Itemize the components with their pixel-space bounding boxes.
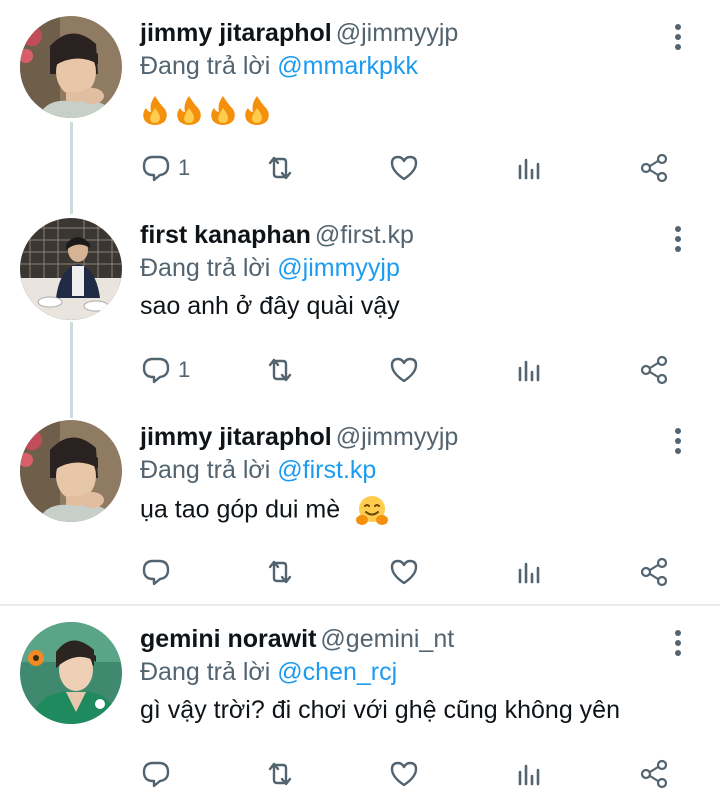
more-vertical-icon[interactable] (670, 224, 686, 254)
analytics-button[interactable] (514, 350, 546, 390)
reply-prefix: Đang trả lời (140, 658, 271, 686)
replying-to: Đang trả lời @chen_rcj (140, 658, 397, 687)
display-name[interactable]: jimmy jitaraphol (140, 423, 332, 451)
reply-button[interactable] (140, 552, 178, 592)
analytics-icon (518, 360, 540, 382)
tweet-actions: 1 (140, 148, 700, 188)
share-icon (640, 557, 668, 587)
avatar[interactable] (20, 16, 122, 118)
share-button[interactable] (638, 148, 670, 188)
more-vertical-icon[interactable] (670, 22, 686, 52)
retweet-button[interactable] (264, 552, 296, 592)
share-button[interactable] (638, 350, 670, 390)
jimmy-avatar-image (20, 420, 122, 522)
tweet-text-content: ụa tao góp dui mè (140, 495, 341, 524)
reply-to-link[interactable]: @jimmyyjp (277, 254, 400, 282)
reply-to-link[interactable]: @chen_rcj (277, 658, 397, 686)
share-icon (640, 759, 668, 789)
tweet-header: jimmy jitaraphol @jimmyyjp (140, 16, 458, 50)
tweet[interactable]: first kanaphan @first.kp Đang trả lời @ji… (0, 218, 720, 404)
analytics-icon (518, 562, 540, 584)
share-icon (640, 153, 668, 183)
share-icon (640, 355, 668, 385)
heart-icon (390, 761, 418, 787)
first-avatar-image (20, 218, 122, 320)
tweet-header: gemini norawit @gemini_nt (140, 622, 454, 656)
like-button[interactable] (388, 148, 420, 188)
reply-button[interactable] (140, 754, 178, 794)
reply-icon (142, 357, 170, 384)
user-handle[interactable]: @jimmyyjp (336, 19, 459, 47)
heart-icon (390, 155, 418, 181)
user-handle[interactable]: @gemini_nt (320, 625, 454, 653)
replying-to: Đang trả lời @jimmyyjp (140, 254, 400, 283)
fire-icon (245, 96, 269, 125)
reply-button[interactable]: 1 (140, 148, 190, 188)
like-button[interactable] (388, 350, 420, 390)
avatar[interactable] (20, 622, 122, 724)
reply-icon (142, 155, 170, 182)
like-button[interactable] (388, 552, 420, 592)
tweet-actions (140, 754, 700, 794)
tweet-header: jimmy jitaraphol @jimmyyjp (140, 420, 458, 454)
tweet[interactable]: gemini norawit @gemini_nt Đang trả lời @c… (0, 622, 720, 806)
retweet-button[interactable] (264, 350, 296, 390)
more-vertical-icon[interactable] (670, 426, 686, 456)
more-vertical-icon[interactable] (670, 628, 686, 658)
analytics-icon (518, 158, 540, 180)
reply-icon (142, 761, 170, 788)
analytics-icon (518, 764, 540, 786)
fire-emoji-row (140, 94, 272, 126)
display-name[interactable]: gemini norawit (140, 625, 316, 653)
display-name[interactable]: jimmy jitaraphol (140, 19, 332, 47)
tweet-actions: 1 (140, 350, 700, 390)
share-button[interactable] (638, 552, 670, 592)
tweet-text: ụa tao góp dui mè (140, 494, 389, 528)
retweet-button[interactable] (264, 148, 296, 188)
retweet-icon (268, 156, 292, 180)
tweet-text: sao anh ở đây quài vậy (140, 292, 400, 320)
user-handle[interactable]: @jimmyyjp (336, 423, 459, 451)
tweet-actions (140, 552, 700, 592)
replying-to: Đang trả lời @first.kp (140, 456, 376, 485)
display-name[interactable]: first kanaphan (140, 221, 311, 249)
share-button[interactable] (638, 754, 670, 794)
retweet-button[interactable] (264, 754, 296, 794)
fire-icon (143, 96, 167, 125)
reply-to-link[interactable]: @mmarkpkk (277, 52, 418, 80)
tweet-text: gì vậy trời? đi chơi với ghệ cũng không … (140, 696, 620, 724)
jimmy-avatar-image (20, 16, 122, 118)
reply-count: 1 (178, 155, 191, 180)
reply-prefix: Đang trả lời (140, 52, 271, 80)
avatar[interactable] (20, 218, 122, 320)
analytics-button[interactable] (514, 754, 546, 794)
tweet-header: first kanaphan @first.kp (140, 218, 414, 252)
gemini-avatar-image (20, 622, 122, 724)
fire-icon (177, 96, 201, 125)
analytics-button[interactable] (514, 552, 546, 592)
thread-divider (0, 604, 720, 606)
hugging-face-emoji-icon (356, 496, 389, 525)
reply-icon (142, 559, 170, 586)
replying-to: Đang trả lời @mmarkpkk (140, 52, 418, 81)
heart-icon (390, 559, 418, 585)
fire-icon (211, 96, 235, 125)
like-button[interactable] (388, 754, 420, 794)
reply-to-link[interactable]: @first.kp (277, 456, 376, 484)
user-handle[interactable]: @first.kp (315, 221, 414, 249)
tweet[interactable]: jimmy jitaraphol @jimmyyjp Đang trả lời @… (0, 420, 720, 606)
heart-icon (390, 357, 418, 383)
avatar[interactable] (20, 420, 122, 522)
tweet-text (140, 94, 272, 126)
reply-prefix: Đang trả lời (140, 254, 271, 282)
reply-prefix: Đang trả lời (140, 456, 271, 484)
tweet[interactable]: jimmy jitaraphol @jimmyyjp Đang trả lời @… (0, 16, 720, 202)
retweet-icon (268, 762, 292, 786)
analytics-button[interactable] (514, 148, 546, 188)
reply-count: 1 (178, 357, 191, 382)
retweet-icon (268, 358, 292, 382)
reply-button[interactable]: 1 (140, 350, 190, 390)
retweet-icon (268, 560, 292, 584)
